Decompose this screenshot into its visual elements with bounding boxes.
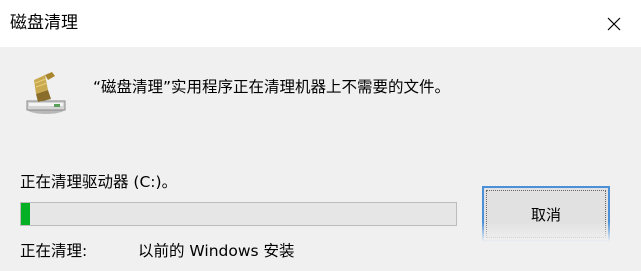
status-value: 以前的 Windows 安装 xyxy=(138,242,295,260)
progress-bar xyxy=(20,202,457,226)
window-title: 磁盘清理 xyxy=(10,13,78,33)
description-text: “磁盘清理”实用程序正在清理机器上不需要的文件。 xyxy=(93,78,451,96)
drive-status-text: 正在清理驱动器 (C:)。 xyxy=(20,173,178,191)
cancel-button[interactable]: 取消 xyxy=(482,186,610,242)
progress-fill xyxy=(21,203,30,225)
disk-cleanup-broom-icon xyxy=(26,72,66,114)
close-icon xyxy=(607,17,621,31)
title-bar: 磁盘清理 xyxy=(0,0,641,47)
close-button[interactable] xyxy=(594,6,634,42)
focus-rect xyxy=(486,190,606,238)
status-label: 正在清理: xyxy=(20,242,88,260)
